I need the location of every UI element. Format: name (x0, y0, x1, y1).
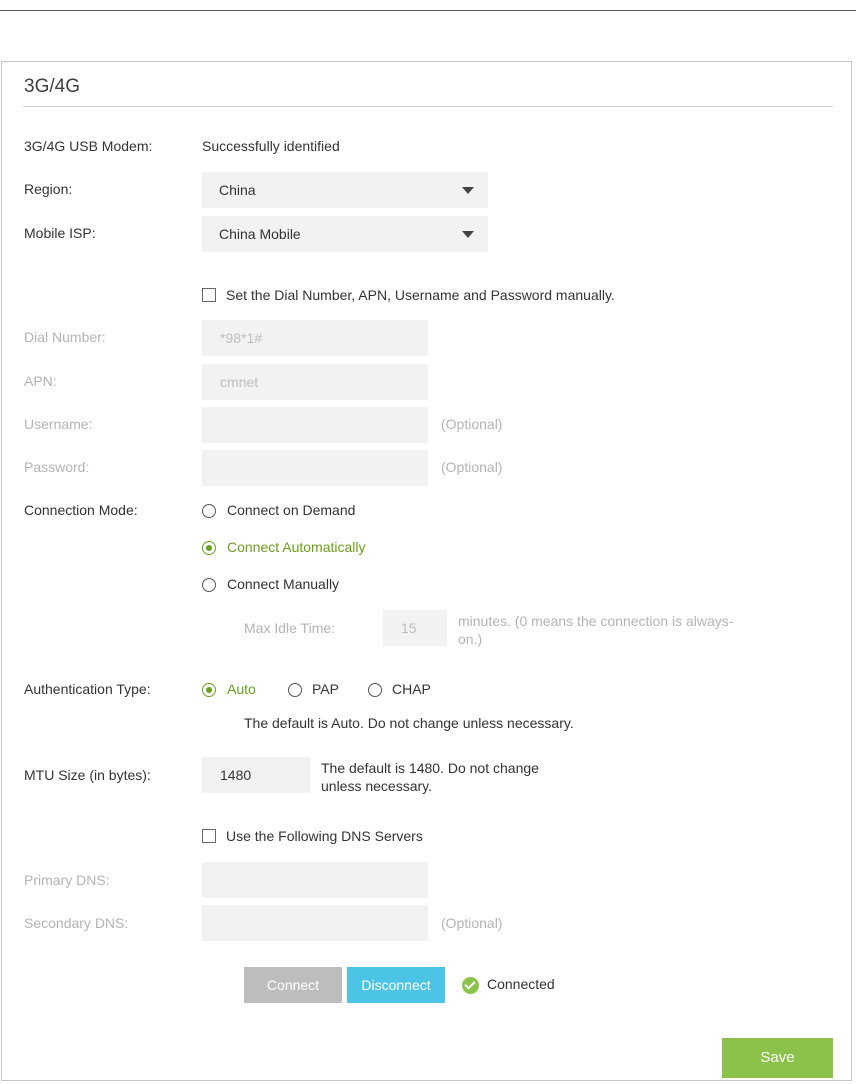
connection-status: Connected (487, 976, 555, 992)
auth-type-label: Authentication Type: (24, 681, 151, 697)
mtu-note: The default is 1480. Do not change unles… (321, 759, 621, 795)
chevron-down-icon (462, 187, 474, 194)
username-input[interactable] (202, 407, 428, 443)
radio-connect-automatically[interactable] (202, 541, 216, 555)
save-button[interactable]: Save (722, 1038, 833, 1078)
mobile-isp-select[interactable]: China Mobile (202, 216, 488, 252)
username-optional-hint: (Optional) (441, 416, 503, 432)
dns-servers-label: Use the Following DNS Servers (226, 828, 423, 844)
region-label: Region: (24, 181, 73, 197)
radio-auth-auto[interactable] (202, 683, 216, 697)
password-label: Password: (24, 459, 90, 475)
radio-connect-on-demand[interactable] (202, 504, 216, 518)
radio-auth-pap[interactable] (288, 683, 302, 697)
password-input[interactable] (202, 450, 428, 486)
mtu-note-line-2: unless necessary. (321, 778, 433, 794)
auth-auto-label: Auto (227, 681, 256, 697)
mobile-isp-value: China Mobile (219, 226, 301, 242)
radio-auth-chap[interactable] (368, 683, 382, 697)
connect-button[interactable]: Connect (244, 967, 342, 1003)
max-idle-note-line-1: minutes. (0 means the connection is alwa… (458, 613, 734, 629)
title-divider (23, 106, 833, 107)
dial-number-label: Dial Number: (24, 329, 106, 345)
connect-manually-label: Connect Manually (227, 576, 340, 592)
chevron-down-icon (462, 231, 474, 238)
check-circle-icon (462, 977, 479, 994)
panel-title: 3G/4G (24, 76, 80, 97)
secondary-dns-label: Secondary DNS: (24, 915, 129, 931)
secondary-dns-input[interactable] (202, 905, 428, 941)
region-value: China (219, 182, 256, 198)
auth-type-note: The default is Auto. Do not change unles… (244, 715, 574, 731)
radio-connect-manually[interactable] (202, 578, 216, 592)
apn-label: APN: (24, 373, 57, 389)
max-idle-time-note: minutes. (0 means the connection is alwa… (458, 612, 798, 648)
mtu-label: MTU Size (in bytes): (24, 767, 151, 783)
mtu-note-line-1: The default is 1480. Do not change (321, 760, 539, 776)
auth-chap-label: CHAP (392, 681, 431, 697)
mobile-isp-label: Mobile ISP: (24, 225, 96, 241)
top-divider (0, 10, 856, 11)
apn-input[interactable]: cmnet (202, 364, 428, 400)
password-optional-hint: (Optional) (441, 459, 503, 475)
connect-automatically-label: Connect Automatically (227, 539, 366, 555)
auth-pap-label: PAP (312, 681, 339, 697)
dial-number-input[interactable]: *98*1# (202, 320, 428, 356)
usb-modem-label: 3G/4G USB Modem: (24, 138, 153, 154)
region-select[interactable]: China (202, 172, 488, 208)
mtu-input[interactable]: 1480 (202, 757, 310, 793)
max-idle-note-line-2: on.) (458, 631, 483, 647)
primary-dns-input[interactable] (202, 862, 428, 898)
disconnect-button[interactable]: Disconnect (347, 967, 445, 1003)
manual-settings-label: Set the Dial Number, APN, Username and P… (226, 287, 615, 303)
usb-modem-status: Successfully identified (202, 138, 340, 154)
primary-dns-label: Primary DNS: (24, 872, 110, 888)
connect-on-demand-label: Connect on Demand (227, 502, 356, 518)
secondary-dns-optional-hint: (Optional) (441, 915, 503, 931)
connection-mode-label: Connection Mode: (24, 502, 138, 518)
dns-servers-checkbox[interactable] (202, 829, 216, 843)
max-idle-time-label: Max Idle Time: (244, 620, 336, 636)
max-idle-time-input[interactable]: 15 (383, 610, 447, 646)
username-label: Username: (24, 416, 93, 432)
manual-settings-checkbox[interactable] (202, 288, 216, 302)
